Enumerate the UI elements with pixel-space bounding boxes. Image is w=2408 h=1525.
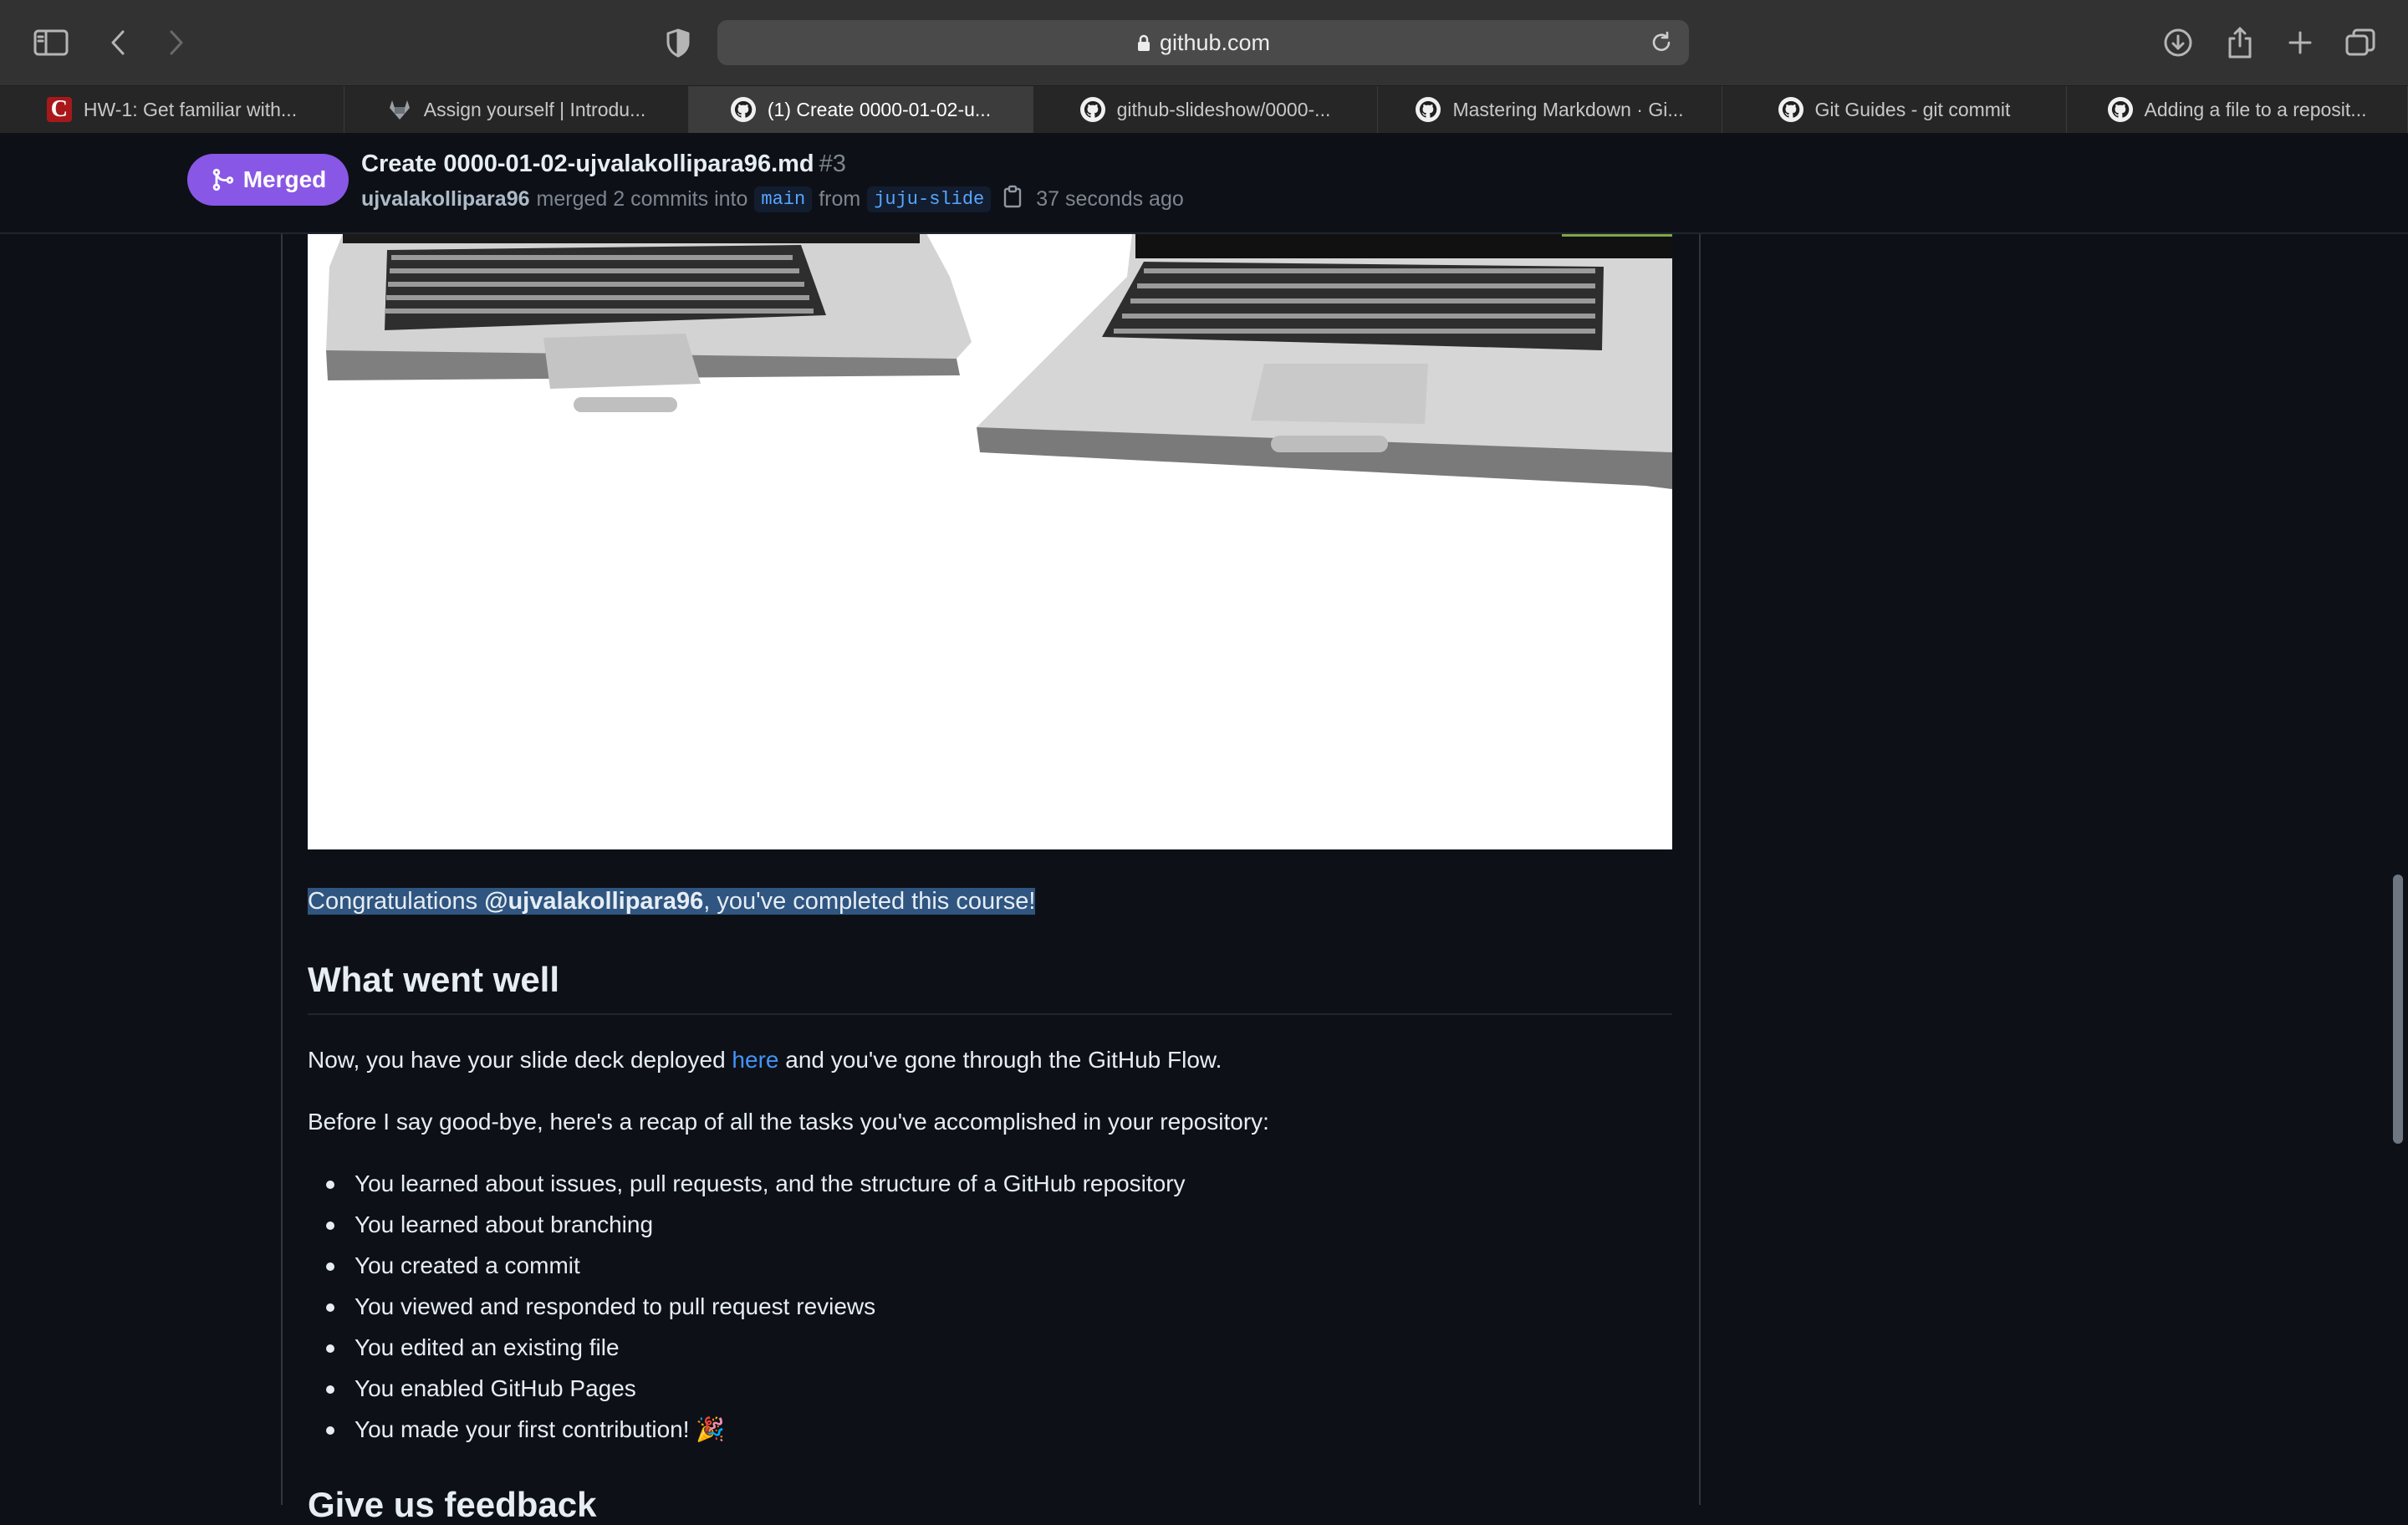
- pr-meta: ujvalakollipara96 merged 2 commits into …: [361, 184, 1184, 214]
- tab-github-slideshow[interactable]: github-slideshow/0000-...: [1033, 86, 1378, 133]
- task-text: You learned about issues, pull requests,…: [355, 1171, 1186, 1196]
- list-item: You learned about issues, pull requests,…: [308, 1167, 1186, 1208]
- address-bar[interactable]: github.com: [717, 20, 1689, 65]
- tab-title: HW-1: Get familiar with...: [83, 98, 298, 120]
- reload-icon[interactable]: [1649, 30, 1674, 59]
- paragraph-text: Now, you have your slide deck deployed: [308, 1047, 732, 1073]
- task-text: You created a commit: [355, 1252, 580, 1278]
- page-scrollbar-thumb[interactable]: [2393, 875, 2403, 1144]
- back-icon[interactable]: [97, 22, 139, 64]
- list-item: You learned about branching: [308, 1208, 1186, 1249]
- laptops-illustration: [326, 233, 1672, 489]
- tab-title: Git Guides - git commit: [1814, 98, 2011, 120]
- github-favicon-icon: [1079, 97, 1105, 122]
- url-text: github.com: [1159, 30, 1271, 55]
- pr-title-text: Create 0000-01-02-ujvalakollipara96.md: [361, 150, 814, 177]
- pr-title: Create 0000-01-02-ujvalakollipara96.md #3: [361, 150, 846, 178]
- canvas-favicon-icon: C: [46, 96, 72, 122]
- pr-number: #3: [819, 150, 846, 177]
- list-item: You viewed and responded to pull request…: [308, 1290, 1186, 1331]
- tab-title: Mastering Markdown · Gi...: [1452, 98, 1684, 120]
- list-item: You edited an existing file: [308, 1331, 1186, 1372]
- merged-time: 37 seconds ago: [1036, 186, 1184, 211]
- merged-status-badge: Merged: [187, 154, 349, 206]
- task-text: You learned about branching: [355, 1211, 654, 1237]
- bullet-icon: [326, 1385, 334, 1394]
- tab-title: (1) Create 0000-01-02-u...: [767, 98, 992, 120]
- forward-icon[interactable]: [156, 22, 197, 64]
- bullet-icon: [326, 1344, 334, 1353]
- head-branch-link[interactable]: juju-slide: [867, 186, 992, 212]
- bullet-icon: [326, 1181, 334, 1189]
- deployed-paragraph: Now, you have your slide deck deployed h…: [308, 1047, 1222, 1074]
- pr-sticky-header: Merged Create 0000-01-02-ujvalakollipara…: [0, 134, 2408, 234]
- browser-toolbar: github.com: [0, 0, 2408, 86]
- tab-create-pr-active[interactable]: (1) Create 0000-01-02-u...: [689, 86, 1033, 133]
- base-branch-link[interactable]: main: [754, 186, 813, 212]
- laptops-image: [308, 233, 1672, 849]
- heading-divider: [308, 1013, 1672, 1015]
- git-merge-icon: [212, 168, 233, 191]
- url-display[interactable]: github.com: [717, 20, 1689, 65]
- page-scrollbar-track[interactable]: [2388, 134, 2408, 1505]
- tab-title: github-slideshow/0000-...: [1116, 98, 1331, 120]
- lock-icon: [1136, 23, 1151, 68]
- tab-bar: C HW-1: Get familiar with... Assign your…: [0, 86, 2408, 134]
- tab-adding-a-file[interactable]: Adding a file to a reposit...: [2067, 86, 2408, 133]
- merged-label: Merged: [242, 166, 327, 192]
- tab-assign-yourself[interactable]: Assign yourself | Introdu...: [344, 86, 689, 133]
- tab-git-guides[interactable]: Git Guides - git commit: [1722, 86, 2067, 133]
- tab-canvas-hw1[interactable]: C HW-1: Get familiar with...: [0, 86, 344, 133]
- task-text: You enabled GitHub Pages: [355, 1375, 636, 1401]
- pr-author-link[interactable]: ujvalakollipara96: [361, 187, 530, 212]
- github-favicon-icon: [1778, 97, 1803, 122]
- congrats-suffix: , you've completed this course!: [703, 888, 1036, 915]
- github-favicon-icon: [1416, 97, 1441, 122]
- heading-what-went-well: What went well: [308, 960, 560, 999]
- copy-icon[interactable]: [1002, 185, 1023, 214]
- here-link[interactable]: here: [732, 1047, 778, 1073]
- list-item: You created a commit: [308, 1249, 1186, 1290]
- tab-overview-icon[interactable]: [2339, 22, 2381, 64]
- bullet-icon: [326, 1222, 334, 1230]
- tab-title: Adding a file to a reposit...: [2144, 98, 2367, 120]
- merge-text: merged 2 commits into: [536, 186, 748, 211]
- tab-mastering-markdown[interactable]: Mastering Markdown · Gi...: [1378, 86, 1722, 133]
- bullet-icon: [326, 1262, 334, 1271]
- github-favicon-icon: [2107, 97, 2133, 122]
- new-tab-icon[interactable]: [2279, 22, 2321, 64]
- user-mention[interactable]: @ujvalakollipara96: [484, 888, 703, 915]
- task-text: You viewed and responded to pull request…: [355, 1293, 876, 1319]
- congrats-message: Congratulations @ujvalakollipara96, you'…: [308, 888, 1036, 916]
- gitlab-favicon-icon: [387, 97, 412, 122]
- task-text: You made your first contribution! 🎉: [355, 1416, 726, 1442]
- share-icon[interactable]: [2219, 22, 2261, 64]
- bullet-icon: [326, 1303, 334, 1312]
- sidebar-icon[interactable]: [30, 22, 72, 64]
- github-favicon-icon: [730, 97, 756, 122]
- task-text: You edited an existing file: [355, 1334, 620, 1360]
- from-text: from: [819, 186, 861, 211]
- congrats-prefix: Congratulations: [308, 888, 485, 915]
- heading-give-feedback: Give us feedback: [308, 1485, 597, 1524]
- download-icon[interactable]: [2157, 22, 2199, 64]
- list-item: You made your first contribution! 🎉: [308, 1413, 1186, 1454]
- bullet-icon: [326, 1426, 334, 1435]
- shield-icon[interactable]: [657, 22, 699, 64]
- tasks-list: You learned about issues, pull requests,…: [308, 1167, 1186, 1454]
- tab-title: Assign yourself | Introdu...: [423, 98, 646, 120]
- list-item: You enabled GitHub Pages: [308, 1372, 1186, 1413]
- paragraph-text: and you've gone through the GitHub Flow.: [778, 1047, 1222, 1073]
- recap-paragraph: Before I say good-bye, here's a recap of…: [308, 1109, 1269, 1135]
